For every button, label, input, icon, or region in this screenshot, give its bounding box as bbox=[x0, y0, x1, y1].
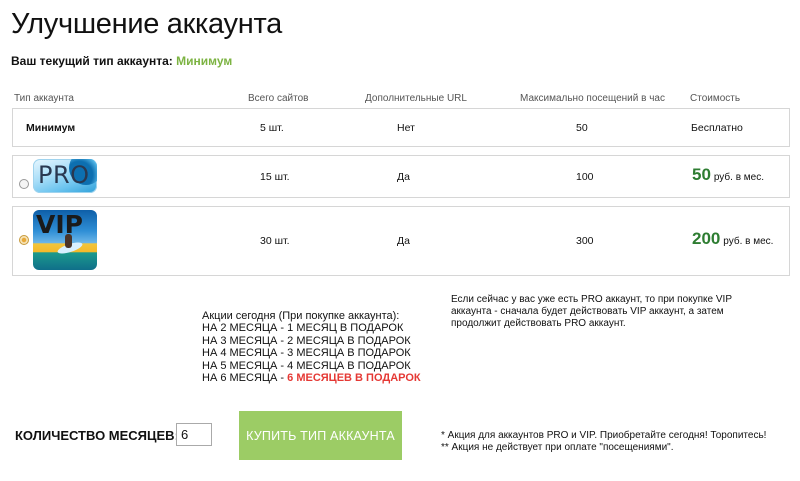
buy-account-button[interactable]: КУПИТЬ ТИП АККАУНТА bbox=[239, 411, 402, 460]
plan-visits: 50 bbox=[576, 122, 588, 134]
plan-urls: Нет bbox=[397, 122, 415, 134]
plan-visits: 100 bbox=[576, 171, 594, 183]
plan-price: 200 руб. в мес. bbox=[692, 229, 773, 249]
current-type-label: Ваш текущий тип аккаунта: bbox=[11, 54, 173, 68]
footnote-visits: ** Акция не действует при оплате "посеще… bbox=[441, 442, 674, 453]
promo-last-prefix: НА 6 МЕСЯЦА - bbox=[202, 372, 288, 385]
surfer-graphic bbox=[65, 234, 72, 248]
plan-name: Минимум bbox=[26, 122, 76, 134]
vip-logo: VIP bbox=[33, 210, 97, 270]
header-cost: Стоимость bbox=[690, 93, 741, 104]
plan-urls: Да bbox=[397, 171, 410, 183]
table-header: Тип аккаунта Всего сайтов Дополнительные… bbox=[0, 93, 800, 107]
plan-cost: Бесплатно bbox=[691, 122, 743, 134]
footnotes: * Акция для аккаунтов PRO и VIP. Приобре… bbox=[441, 430, 766, 454]
plan-radio-pro[interactable] bbox=[19, 179, 29, 189]
price-unit: руб. в мес. bbox=[723, 236, 774, 247]
price-unit: руб. в мес. bbox=[713, 172, 764, 183]
promo-heading: Акции сегодня (При покупке аккаунта): bbox=[202, 310, 400, 322]
promo-line: НА 3 МЕСЯЦА - 2 МЕСЯЦА В ПОДАРОК bbox=[202, 334, 411, 347]
plan-radio-vip[interactable] bbox=[19, 235, 29, 245]
upgrade-note: Если сейчас у вас уже есть PRO аккаунт, … bbox=[451, 294, 732, 329]
price-amount: 50 bbox=[692, 165, 711, 184]
months-input[interactable] bbox=[176, 423, 212, 446]
promo-last-highlight: 6 МЕСЯЦЕВ В ПОДАРОК bbox=[287, 372, 421, 385]
footnote-promo: * Акция для аккаунтов PRO и VIP. Приобре… bbox=[441, 430, 767, 441]
header-urls: Дополнительные URL bbox=[365, 93, 467, 104]
promo-line: НА 2 МЕСЯЦА - 1 МЕСЯЦ В ПОДАРОК bbox=[202, 322, 404, 335]
plan-sites: 5 шт. bbox=[260, 122, 284, 134]
plan-row-vip[interactable]: VIP 30 шт. Да 300 200 руб. в мес. bbox=[12, 206, 790, 276]
plan-sites: 15 шт. bbox=[260, 171, 290, 183]
months-label: КОЛИЧЕСТВО МЕСЯЦЕВ: bbox=[15, 428, 179, 443]
plan-visits: 300 bbox=[576, 235, 594, 247]
plan-price: 50 руб. в мес. bbox=[692, 165, 764, 185]
current-type-value: Минимум bbox=[176, 54, 233, 68]
page-title: Улучшение аккаунта bbox=[11, 8, 282, 40]
current-account-type: Ваш текущий тип аккаунта: Минимум bbox=[11, 54, 232, 68]
promo-block: Акции сегодня (При покупке аккаунта): НА… bbox=[202, 310, 421, 384]
promo-line: НА 4 МЕСЯЦА - 3 МЕСЯЦА В ПОДАРОК bbox=[202, 347, 411, 360]
plan-row-pro[interactable]: PRO 15 шт. Да 100 50 руб. в мес. bbox=[12, 155, 790, 198]
header-type: Тип аккаунта bbox=[14, 93, 74, 104]
header-sites: Всего сайтов bbox=[248, 93, 309, 104]
pro-logo-text: PRO bbox=[38, 161, 90, 189]
plan-row-minimum: Минимум 5 шт. Нет 50 Бесплатно bbox=[12, 108, 790, 147]
plan-urls: Да bbox=[397, 235, 410, 247]
vip-logo-text: VIP bbox=[36, 210, 83, 239]
price-amount: 200 bbox=[692, 229, 721, 248]
plan-sites: 30 шт. bbox=[260, 235, 290, 247]
header-visits: Максимально посещений в час bbox=[520, 93, 665, 104]
promo-line: НА 5 МЕСЯЦА - 4 МЕСЯЦА В ПОДАРОК bbox=[202, 359, 411, 372]
promo-line-last: НА 6 МЕСЯЦА - 6 МЕСЯЦЕВ В ПОДАРОК bbox=[202, 372, 421, 384]
pro-logo: PRO bbox=[33, 159, 97, 193]
